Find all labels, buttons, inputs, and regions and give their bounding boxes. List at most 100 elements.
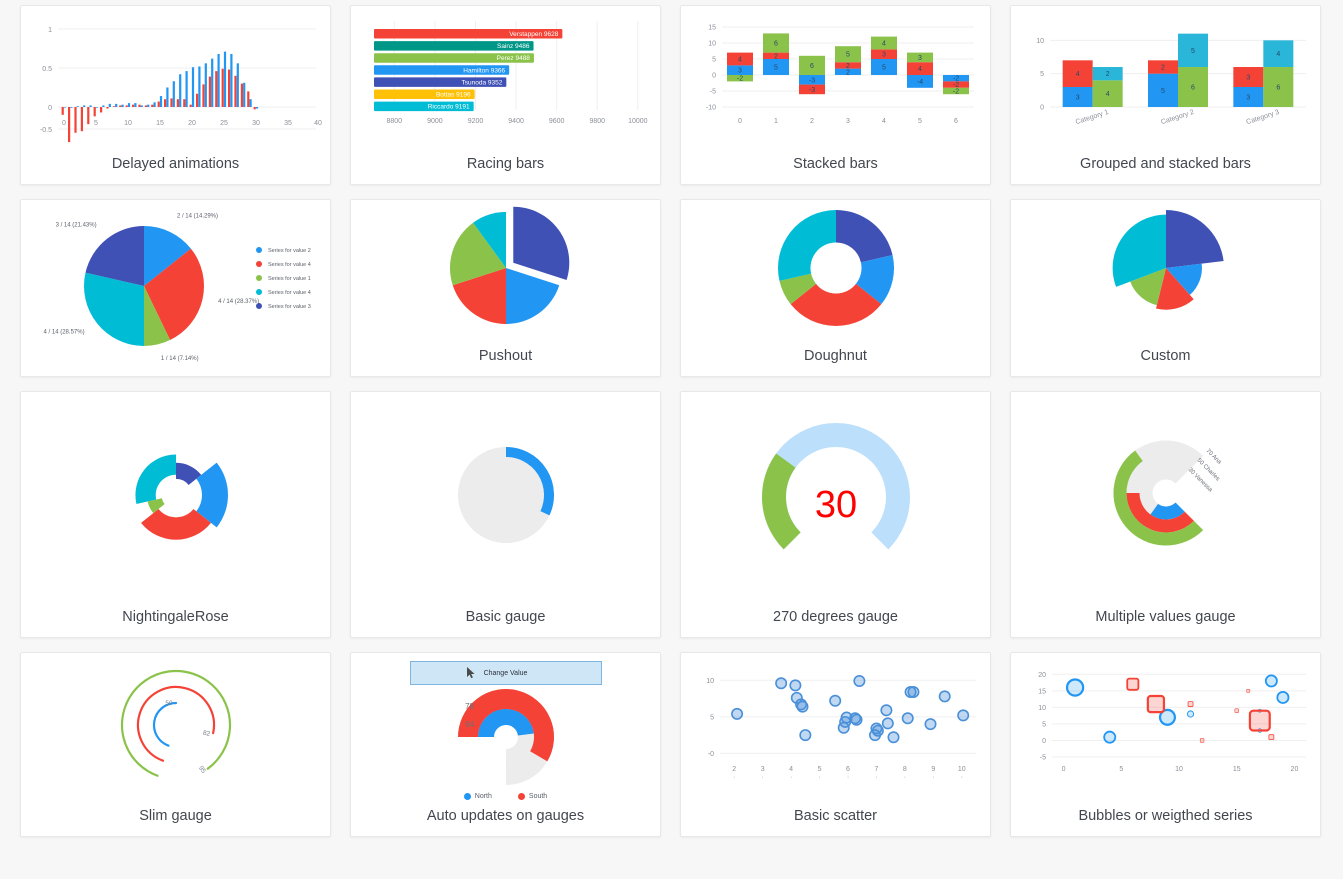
card-degrees-gauge[interactable]: 30 270 degrees gauge	[680, 391, 991, 638]
grouped-stacked-bars-chart: 10 5 0 3 4 4 2 5 2 6 5 3 3 6 4 Category 1 Category 2 Ca…	[1011, 6, 1320, 148]
auto-updates-legend: North South	[463, 793, 547, 800]
svg-text:3: 3	[918, 55, 922, 62]
slim-gauge-chart: 50 82 95	[21, 653, 330, 800]
card-racing-bars[interactable]: Verstappen 9628 Sainz 9486 Perez 9488 Hamil…	[350, 5, 661, 185]
card-caption: Grouped and stacked bars	[1080, 156, 1251, 172]
svg-text:20: 20	[188, 120, 196, 127]
svg-text:3 / 14 (21.43%): 3 / 14 (21.43%)	[55, 223, 96, 229]
card-pushout[interactable]: Pushout	[350, 199, 661, 377]
svg-text:9800: 9800	[589, 118, 605, 125]
card-stacked-bars[interactable]: 15 10 5 0 -5 -10 3 4 -2 5 2 6 -3 -3 6 2 2 5 5 3 4 -4 4 3 -2 -2 -2…	[680, 5, 991, 185]
svg-text:·: ·	[846, 774, 848, 781]
svg-text:1 / 14 (7.14%): 1 / 14 (7.14%)	[160, 356, 198, 362]
card-caption: Delayed animations	[111, 156, 240, 172]
basic-scatter-chart: 10 5 -0 2 · 3 · 4 · 5 · 6 · 7 · 8 · 9 · 10 ·	[681, 653, 990, 800]
svg-text:5: 5	[94, 120, 98, 127]
svg-text:9: 9	[931, 766, 935, 773]
legend-swatch-north	[463, 793, 471, 800]
svg-text:Riccardo 9191: Riccardo 9191	[427, 104, 469, 111]
basic-gauge-chart	[351, 392, 660, 601]
svg-text:8800: 8800	[386, 118, 402, 125]
svg-text:-10: -10	[705, 105, 715, 112]
svg-text:10: 10	[1175, 766, 1183, 773]
card-nightingale-rose[interactable]: NightingaleRose	[20, 391, 331, 638]
racing-bars-chart: Verstappen 9628 Sainz 9486 Perez 9488 Hamil…	[351, 6, 660, 148]
svg-text:-0.5: -0.5	[39, 127, 51, 134]
card-doughnut[interactable]: Doughnut	[680, 199, 991, 377]
card-bubbles[interactable]: 20 15 10 5 0 -5 0 5 10 15 20 Bubbles or weigthed s…	[1010, 652, 1321, 837]
svg-text:Tsunoda 9352: Tsunoda 9352	[461, 79, 502, 86]
svg-text:50: 50	[165, 700, 173, 707]
card-pie[interactable]: 2 / 14 (14.29%) 4 / 14 (28.37%) 1 / 14 (7.…	[20, 199, 331, 377]
card-grouped-stacked-bars[interactable]: 10 5 0 3 4 4 2 5 2 6 5 3 3 6 4 Category 1 Category 2 Ca…	[1010, 5, 1321, 185]
svg-text:95: 95	[196, 764, 206, 774]
svg-text:-4: -4	[916, 79, 922, 86]
svg-text:0: 0	[62, 120, 66, 127]
svg-text:0: 0	[738, 118, 742, 125]
svg-text:·: ·	[960, 774, 962, 781]
svg-text:20: 20	[1038, 671, 1046, 678]
svg-text:3: 3	[1246, 75, 1250, 82]
card-multiple-values-gauge[interactable]: 30 Vanessa 50 Charles 70 Ana Multiple valu…	[1010, 391, 1321, 638]
svg-text:6: 6	[954, 118, 958, 125]
change-value-button[interactable]: Change Value	[409, 661, 602, 685]
svg-text:5: 5	[846, 52, 850, 59]
svg-text:-5: -5	[1039, 754, 1045, 761]
svg-text:10000: 10000	[628, 118, 648, 125]
custom-chart	[1011, 200, 1320, 340]
card-caption: Doughnut	[804, 348, 867, 364]
svg-text:0: 0	[1061, 766, 1065, 773]
svg-text:Series for value 3: Series for value 3	[268, 304, 311, 310]
charts-gallery: 1 0.5 0 -0.5 0 5 10 15 20 25 30 35 40 De…	[0, 0, 1343, 837]
card-basic-scatter[interactable]: 10 5 -0 2 · 3 · 4 · 5 · 6 · 7 · 8 · 9 · 10 · Basic scatter	[680, 652, 991, 837]
svg-text:64: 64	[465, 720, 474, 729]
doughnut-chart	[681, 200, 990, 340]
svg-text:4: 4	[918, 66, 922, 73]
svg-text:Verstappen 9628: Verstappen 9628	[509, 31, 559, 38]
svg-text:25: 25	[220, 120, 228, 127]
svg-text:35: 35	[284, 120, 292, 127]
svg-text:5: 5	[1191, 48, 1195, 55]
svg-text:-5: -5	[709, 89, 715, 96]
svg-text:10: 10	[708, 41, 716, 48]
cursor-icon	[466, 667, 475, 679]
nightingale-rose-chart	[21, 392, 330, 601]
svg-text:2 / 14 (14.29%): 2 / 14 (14.29%)	[176, 214, 217, 220]
svg-text:0: 0	[1040, 105, 1044, 112]
card-auto-updates-gauges[interactable]: Change Value 64 78 North South Auto updat…	[350, 652, 661, 837]
svg-text:5: 5	[712, 57, 716, 64]
card-delayed-animations[interactable]: 1 0.5 0 -0.5 0 5 10 15 20 25 30 35 40 De…	[20, 5, 331, 185]
svg-text:2: 2	[732, 766, 736, 773]
change-value-label: Change Value	[483, 669, 528, 677]
legend-item[interactable]: South	[517, 793, 547, 800]
card-custom[interactable]: Custom	[1010, 199, 1321, 377]
svg-text:5: 5	[882, 65, 886, 72]
svg-text:3: 3	[760, 766, 764, 773]
svg-text:Series for value 2: Series for value 2	[268, 248, 311, 254]
svg-text:2: 2	[774, 53, 778, 60]
svg-text:9600: 9600	[548, 118, 564, 125]
pushout-chart	[351, 200, 660, 340]
svg-text:5: 5	[817, 766, 821, 773]
legend-item[interactable]: North	[463, 793, 492, 800]
svg-text:9400: 9400	[508, 118, 524, 125]
svg-text:9200: 9200	[467, 118, 483, 125]
card-caption: Multiple values gauge	[1095, 609, 1236, 625]
svg-text:-0: -0	[707, 750, 713, 757]
card-slim-gauge[interactable]: 50 82 95 Slim gauge	[20, 652, 331, 837]
card-caption: Custom	[1140, 348, 1191, 364]
svg-text:6: 6	[846, 766, 850, 773]
svg-text:Category 1: Category 1	[1074, 109, 1109, 126]
pie-chart: 2 / 14 (14.29%) 4 / 14 (28.37%) 1 / 14 (7.…	[21, 200, 330, 376]
svg-text:30: 30	[814, 484, 856, 526]
svg-text:0: 0	[48, 105, 52, 112]
svg-text:6: 6	[1276, 85, 1280, 92]
svg-text:4: 4	[1075, 71, 1079, 78]
card-basic-gauge[interactable]: Basic gauge	[350, 391, 661, 638]
svg-text:·: ·	[903, 774, 905, 781]
delayed-animations-chart: 1 0.5 0 -0.5 0 5 10 15 20 25 30 35 40	[21, 6, 330, 148]
svg-text:82: 82	[202, 729, 211, 737]
svg-text:4 / 14 (28.57%): 4 / 14 (28.57%)	[43, 329, 84, 335]
svg-text:0: 0	[712, 73, 716, 80]
svg-text:3: 3	[1246, 95, 1250, 102]
